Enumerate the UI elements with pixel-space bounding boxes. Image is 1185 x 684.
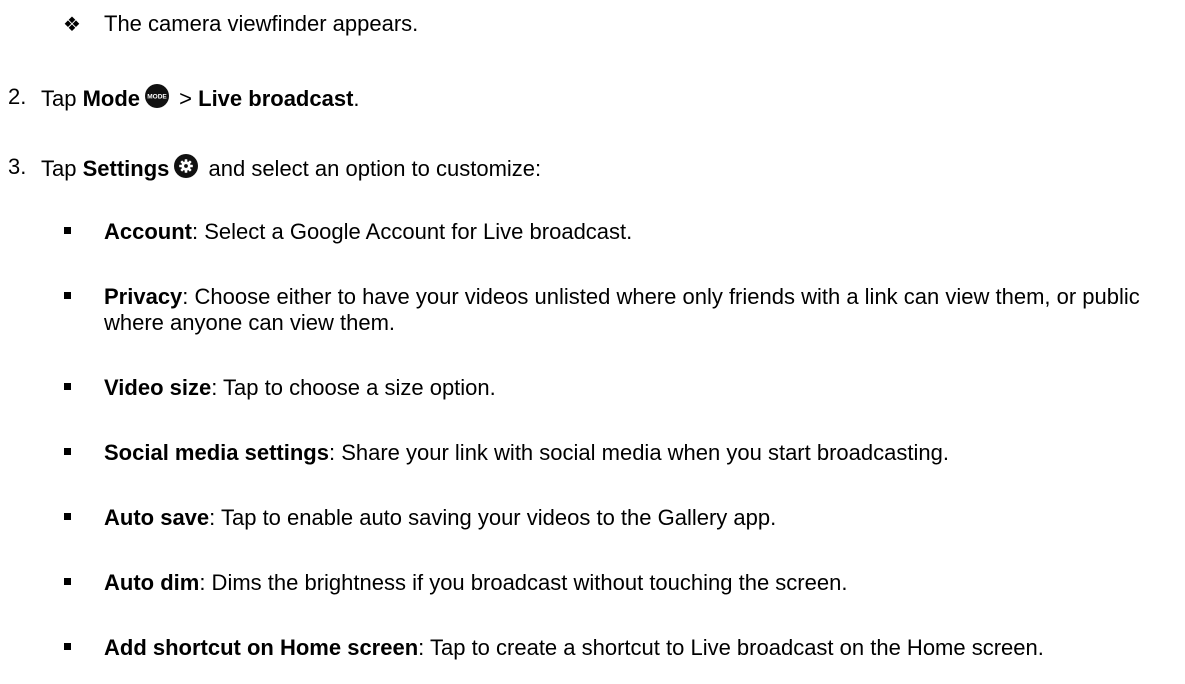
step-prefix: Tap bbox=[41, 156, 83, 181]
option-desc: : Select a Google Account for Live broad… bbox=[192, 219, 633, 244]
option-term: Video size bbox=[104, 375, 212, 400]
square-bullet-icon bbox=[64, 227, 71, 234]
square-bullet-icon bbox=[64, 513, 71, 520]
option-term: Social media settings bbox=[104, 440, 329, 465]
step-number: 2. bbox=[8, 84, 27, 109]
step-settings-term: Settings bbox=[82, 156, 170, 181]
diamond-bullet-icon: ❖ bbox=[63, 12, 81, 36]
option-text: Auto save: Tap to enable auto saving you… bbox=[104, 505, 1174, 531]
intro-bullet-text: The camera viewfinder appears. bbox=[104, 11, 419, 36]
option-desc: : Dims the brightness if you broadcast w… bbox=[199, 570, 848, 595]
step-middle: > bbox=[173, 86, 199, 111]
step-text: Tap Settings and select an option to cus… bbox=[41, 154, 541, 184]
option-desc: : Share your link with social media when… bbox=[328, 440, 949, 465]
step-text: Tap Mode MODE > Live broadcast. bbox=[41, 84, 360, 114]
gear-icon bbox=[174, 154, 199, 184]
step-suffix: . bbox=[353, 86, 360, 111]
square-bullet-icon bbox=[64, 578, 71, 585]
option-desc: : Tap to choose a size option. bbox=[211, 375, 496, 400]
square-bullet-icon bbox=[64, 643, 71, 650]
square-bullet-icon bbox=[64, 383, 71, 390]
square-bullet-icon bbox=[64, 292, 71, 299]
option-text: Privacy: Choose either to have your vide… bbox=[104, 284, 1174, 336]
option-term: Auto dim bbox=[104, 570, 200, 595]
option-text: Add shortcut on Home screen: Tap to crea… bbox=[104, 635, 1174, 661]
option-term: Account bbox=[104, 219, 192, 244]
step-mode-term: Mode bbox=[82, 86, 141, 111]
option-term: Privacy bbox=[104, 284, 183, 309]
step-prefix: Tap bbox=[41, 86, 83, 111]
option-term: Auto save bbox=[104, 505, 210, 530]
mode-icon-label: MODE bbox=[147, 94, 167, 101]
option-term: Add shortcut on Home screen bbox=[104, 635, 419, 660]
option-text: Social media settings: Share your link w… bbox=[104, 440, 1174, 466]
step-live-broadcast-term: Live broadcast bbox=[198, 86, 354, 111]
option-text: Video size: Tap to choose a size option. bbox=[104, 375, 1174, 401]
step-suffix: and select an option to customize: bbox=[202, 156, 542, 181]
option-text: Auto dim: Dims the brightness if you bro… bbox=[104, 570, 1174, 596]
step-number: 3. bbox=[8, 154, 27, 179]
mode-icon: MODE bbox=[145, 84, 170, 114]
square-bullet-icon bbox=[64, 448, 71, 455]
option-text: Account: Select a Google Account for Liv… bbox=[104, 219, 1174, 245]
option-desc: : Choose either to have your videos unli… bbox=[104, 284, 1140, 335]
option-desc: : Tap to create a shortcut to Live broad… bbox=[418, 635, 1044, 660]
option-desc: : Tap to enable auto saving your videos … bbox=[209, 505, 777, 530]
